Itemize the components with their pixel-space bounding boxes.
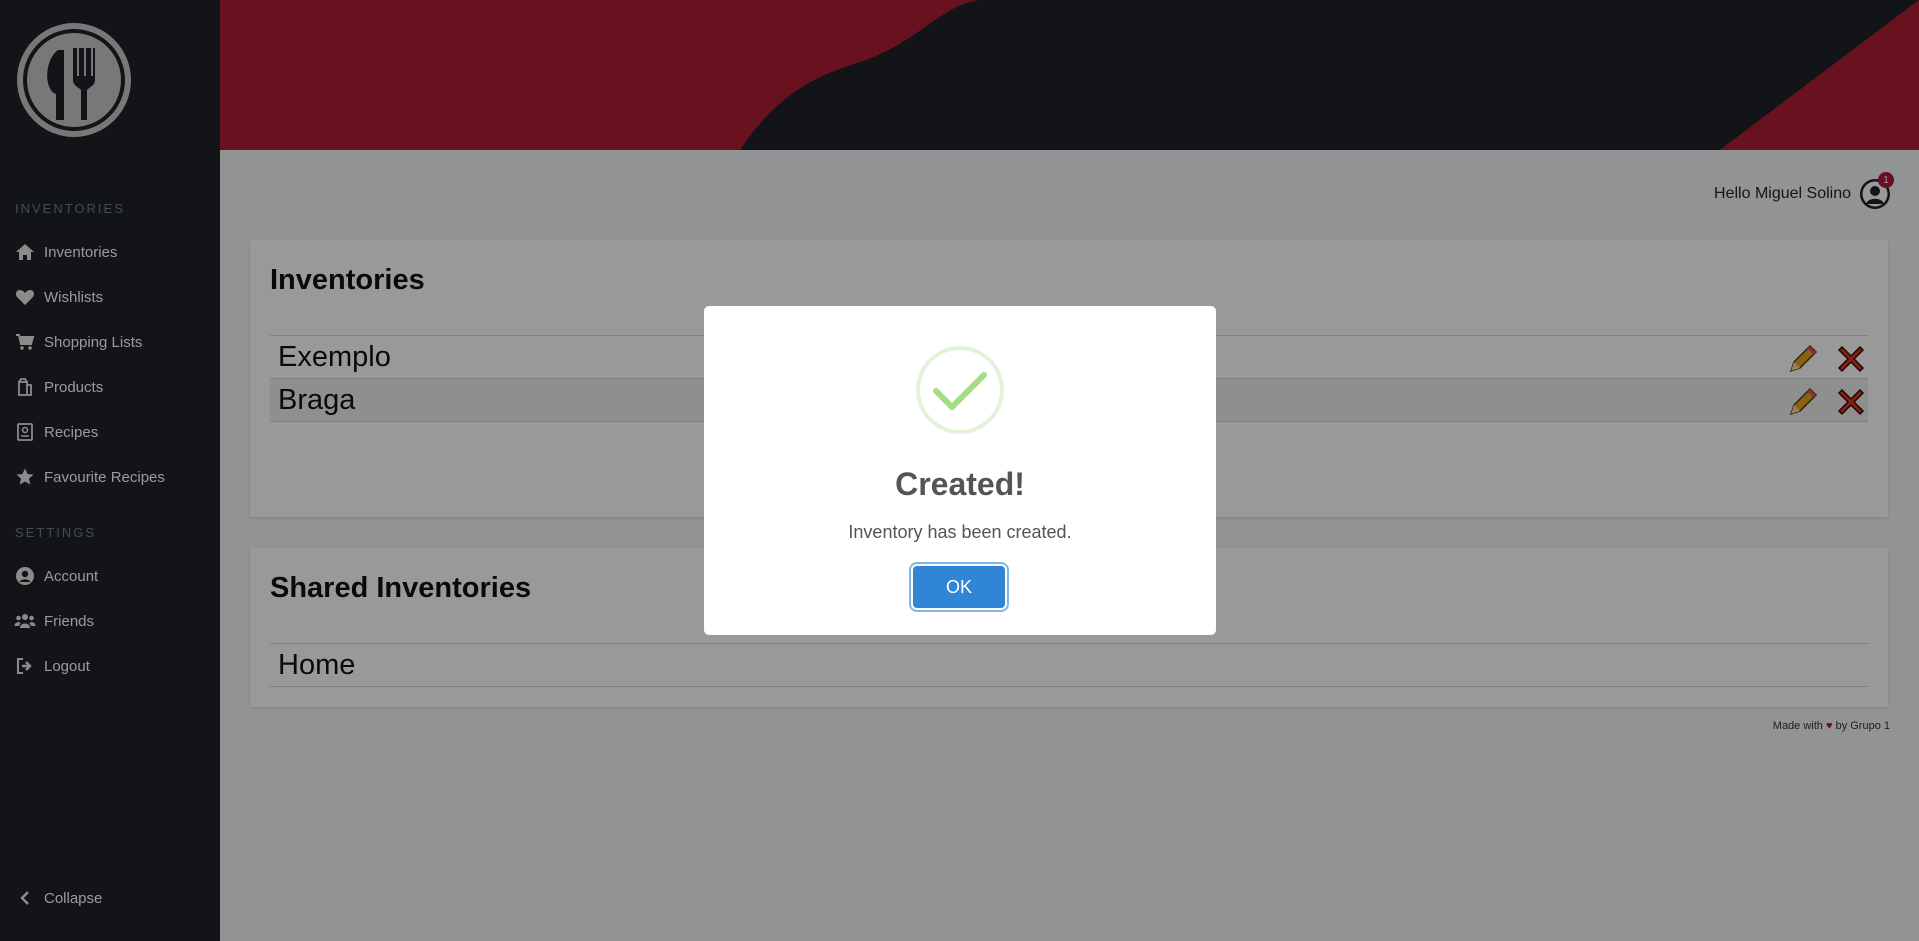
ok-button[interactable]: OK [913, 566, 1005, 608]
success-dialog: Created! Inventory has been created. OK [704, 306, 1216, 635]
dialog-title: Created! [895, 466, 1025, 502]
dialog-message: Inventory has been created. [848, 522, 1072, 542]
success-check-icon [916, 346, 1004, 434]
